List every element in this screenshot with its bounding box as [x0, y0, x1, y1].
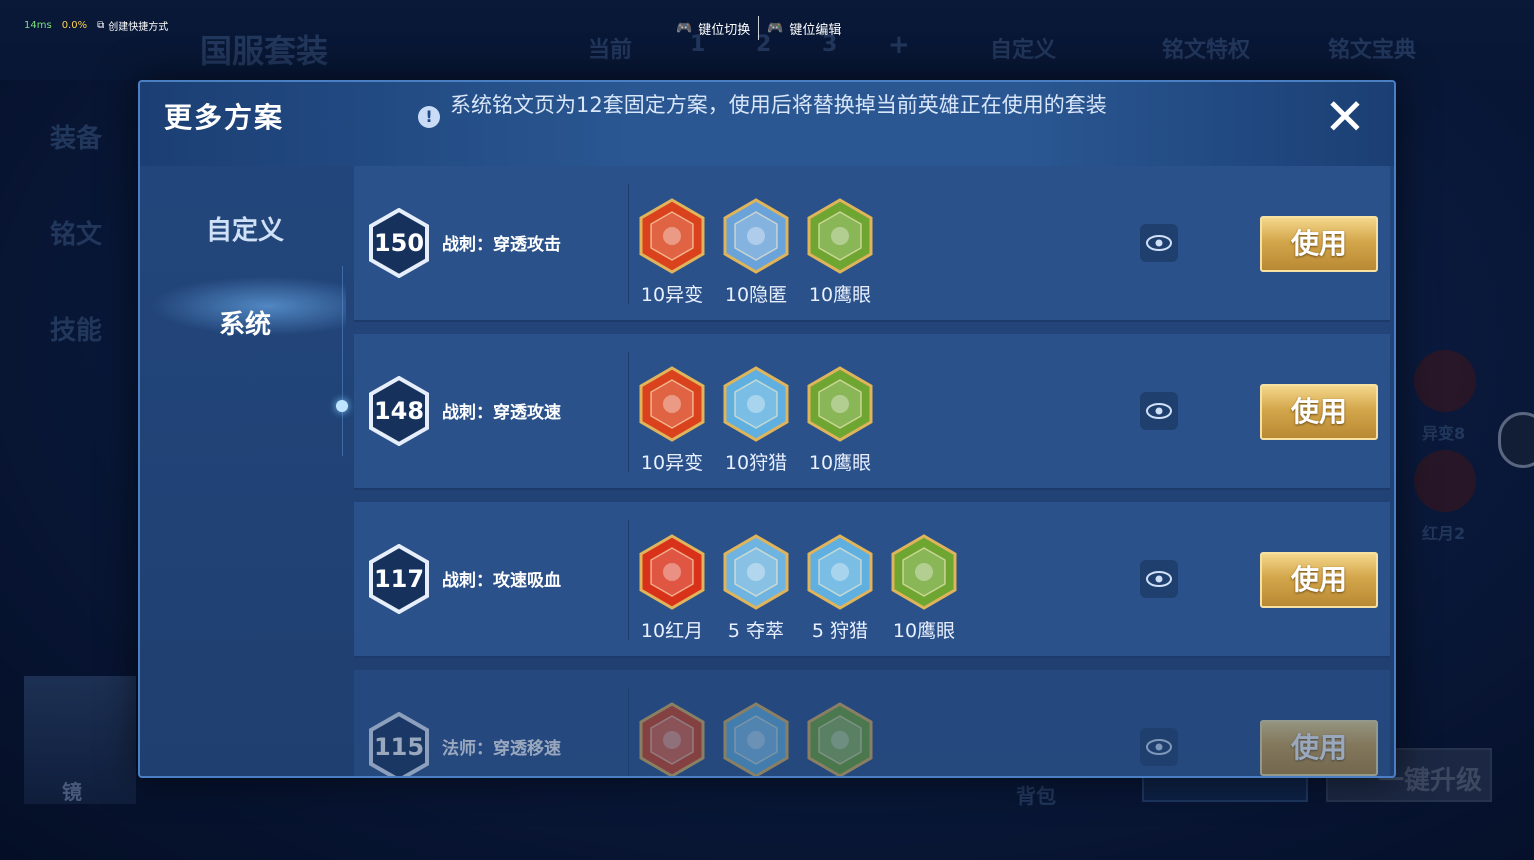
rune-level-badge: 115 [368, 712, 430, 776]
rune-item: 10隐匿 [720, 198, 792, 307]
rune-count-label: 10红月 [640, 620, 704, 642]
eye-icon [1146, 235, 1172, 251]
key-switch-button[interactable]: 🎮 键位切换 [668, 19, 758, 38]
emulator-keymap-bar: 🎮 键位切换 🎮 键位编辑 [668, 16, 849, 40]
rune-set: 10异变 10狩猎 10鹰眼 [636, 366, 876, 475]
hud-separator [758, 16, 760, 40]
rune-yingyan-green-icon [891, 534, 957, 610]
row-divider [628, 520, 629, 640]
rune-set [636, 702, 876, 776]
loss-readout: 0.0% [61, 20, 88, 31]
row-divider [628, 352, 629, 472]
more-plans-modal: 更多方案 ! 系统铭文页为12套固定方案，使用后将替换掉当前英雄正在使用的套装 … [138, 80, 1396, 778]
rune-yibian-red-icon [639, 366, 705, 442]
shortcut-icon: ⧉ [97, 20, 105, 31]
rune-count-label: 5 夺萃 [727, 620, 785, 642]
rune-item: 10狩猎 [720, 366, 792, 475]
key-edit-button[interactable]: 🎮 键位编辑 [759, 19, 849, 38]
rune-level-value: 150 [373, 229, 425, 257]
emulator-stats: 14ms 0.0% ⧉ 创建快捷方式 [24, 18, 168, 33]
use-button[interactable]: 使用 [1260, 216, 1378, 272]
rune-item: 10红月 [636, 534, 708, 643]
preview-button[interactable] [1140, 560, 1178, 598]
rune-level-value: 117 [373, 565, 425, 593]
plan-name: 战刺：穿透攻击 [442, 235, 561, 255]
rune-yingyan-green-icon [807, 198, 873, 274]
rune-level-value: 115 [373, 733, 425, 761]
use-button[interactable]: 使用 [1260, 384, 1378, 440]
nav-tab-system[interactable]: 系统 [140, 304, 350, 341]
plan-name: 战刺：穿透攻速 [442, 403, 561, 423]
nav-tab-custom[interactable]: 自定义 [140, 210, 350, 247]
rune-count-label: 10狩猎 [724, 452, 788, 474]
rune-item: 10鹰眼 [804, 198, 876, 307]
row-divider [628, 688, 629, 776]
rune-count-label: 10隐匿 [724, 284, 788, 306]
plan-row: 117 战刺：攻速吸血 10红月 5 夺萃 5 狩猎 10鹰眼 使用 [354, 502, 1390, 658]
plan-row: 150 战刺：穿透攻击 10异变 10隐匿 10鹰眼 使用 [354, 166, 1390, 322]
rune-count-label: 10异变 [640, 452, 704, 474]
key-edit-label: 键位编辑 [789, 22, 842, 38]
rune-level-badge: 150 [368, 208, 430, 278]
rune-shoulie-blue-icon [807, 534, 873, 610]
plan-row: 148 战刺：穿透攻速 10异变 10狩猎 10鹰眼 使用 [354, 334, 1390, 490]
gamepad-icon: 🎮 [676, 20, 693, 36]
rune-yibian-red-icon [639, 198, 705, 274]
nav-active-dot [336, 400, 348, 412]
modal-title: 更多方案 [164, 101, 285, 134]
rune-yinni-blue-icon [723, 198, 789, 274]
rune-item: 10异变 [636, 366, 708, 475]
rune-hongyue-red-icon [639, 534, 705, 610]
modal-notice: 系统铭文页为12套固定方案，使用后将替换掉当前英雄正在使用的套装 [450, 93, 1107, 117]
gamepad-edit-icon: 🎮 [767, 20, 784, 36]
key-switch-label: 键位切换 [698, 22, 751, 38]
rune-red-icon [639, 702, 705, 776]
eye-icon [1146, 571, 1172, 587]
rune-item: 5 夺萃 [720, 534, 792, 643]
row-divider [628, 184, 629, 304]
rune-item [804, 702, 876, 776]
preview-button[interactable] [1140, 728, 1178, 766]
rune-item [636, 702, 708, 776]
use-button[interactable]: 使用 [1260, 552, 1378, 608]
close-icon: ✕ [1324, 88, 1366, 146]
rune-item [720, 702, 792, 776]
rune-count-label: 10异变 [640, 284, 704, 306]
rune-item: 10鹰眼 [888, 534, 960, 643]
rune-level-value: 148 [373, 397, 425, 425]
rune-yingyan-green-icon [807, 366, 873, 442]
info-icon: ! [418, 106, 440, 128]
rune-count-label: 10鹰眼 [892, 620, 956, 642]
rune-item: 5 狩猎 [804, 534, 876, 643]
rune-item: 10异变 [636, 198, 708, 307]
rune-blue-icon [723, 702, 789, 776]
rune-set: 10红月 5 夺萃 5 狩猎 10鹰眼 [636, 534, 960, 643]
rune-level-badge: 117 [368, 544, 430, 614]
plan-nav: 自定义 系统 [140, 166, 352, 776]
rune-count-label: 10鹰眼 [808, 284, 872, 306]
rune-shoulie-blue-icon [723, 366, 789, 442]
rune-duocui-blue-icon [723, 534, 789, 610]
use-button[interactable]: 使用 [1260, 720, 1378, 776]
rune-item: 10鹰眼 [804, 366, 876, 475]
close-button[interactable]: ✕ [1320, 92, 1370, 142]
create-shortcut-button[interactable]: ⧉ 创建快捷方式 [97, 18, 168, 33]
latency-readout: 14ms [24, 20, 52, 31]
create-shortcut-label: 创建快捷方式 [108, 22, 169, 33]
rune-count-label: 5 狩猎 [811, 620, 869, 642]
rune-set: 10异变 10隐匿 10鹰眼 [636, 198, 876, 307]
eye-icon [1146, 739, 1172, 755]
eye-icon [1146, 403, 1172, 419]
rune-count-label: 10鹰眼 [808, 452, 872, 474]
plan-row: 115 法师：穿透移速 使用 [354, 670, 1390, 776]
plan-list[interactable]: 150 战刺：穿透攻击 10异变 10隐匿 10鹰眼 使用 148 战刺：穿透攻速 10异变 10… [354, 166, 1390, 776]
plan-name: 战刺：攻速吸血 [442, 571, 561, 591]
rune-level-badge: 148 [368, 376, 430, 446]
preview-button[interactable] [1140, 392, 1178, 430]
preview-button[interactable] [1140, 224, 1178, 262]
rune-green-icon [807, 702, 873, 776]
plan-name: 法师：穿透移速 [442, 739, 561, 759]
